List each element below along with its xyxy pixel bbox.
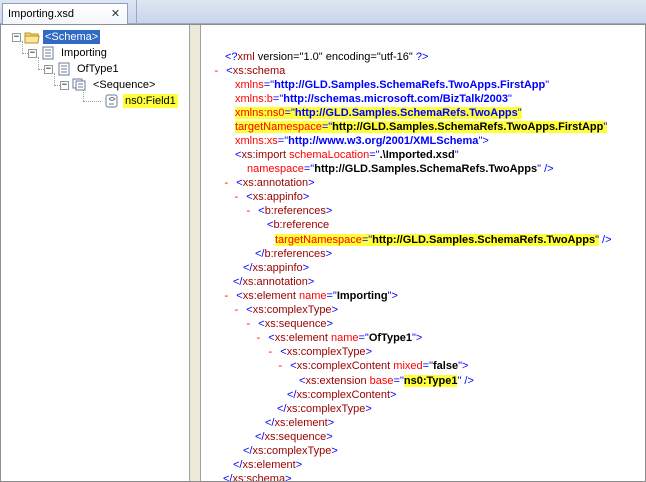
close-icon[interactable]: ✕ [109,7,122,20]
tree-node-label: Importing [61,47,107,59]
xml-line: </xs:element> [233,459,303,471]
xml-line: targetNamespace="http://GLD.Samples.Sche… [235,120,608,134]
xml-line: </xs:element> [265,417,335,429]
collapse-icon: - [223,176,237,189]
collapse-icon: - [233,190,247,203]
element-icon [58,62,70,76]
tree-connector [83,101,101,102]
xml-line[interactable]: - <xs:complexType> [267,345,372,359]
tree-node-label: <Sequence> [93,79,156,91]
collapse-icon[interactable]: − [28,48,37,58]
tree-node-schema[interactable]: − <Schema> [12,29,101,45]
xml-line: xmlns:b="http://schemas.microsoft.com/Bi… [235,93,512,105]
xml-line: xmlns:ns0="http://GLD.Samples.SchemaRefs… [235,106,522,120]
collapse-icon: - [223,289,237,302]
collapse-icon: - [213,64,227,77]
tree-node-oftype1[interactable]: − OfType1 [44,61,121,77]
element-icon [42,46,54,60]
xml-line[interactable]: - <xs:schema [213,64,285,78]
tree-node-sequence[interactable]: − <Sequence> [60,77,157,93]
tree-node-label: OfType1 [77,63,119,75]
document-tabstrip: Importing.xsd ✕ [0,0,646,24]
xml-line: <xs:extension base="ns0:Type1" /> [299,375,474,387]
highlight-mark: ns0:Type1 [403,375,458,387]
xml-view-pane: <?xml version="1.0" encoding="utf-16" ?>… [201,25,645,481]
folder-icon [24,32,40,44]
collapse-icon: - [267,345,281,358]
tab-label: Importing.xsd [8,8,75,20]
collapse-icon[interactable]: − [12,32,21,42]
xml-line: </xs:sequence> [255,431,333,443]
collapse-icon: - [245,204,259,217]
xml-line: </xs:appinfo> [243,262,310,274]
xml-line: xmlns="http://GLD.Samples.SchemaRefs.Two… [235,79,550,91]
xml-line[interactable]: - <xs:element name="Importing"> [223,289,398,303]
xml-line: <xs:import schemaLocation=".\Imported.xs… [235,149,459,161]
xml-line: <b:reference [267,219,330,231]
xml-line: namespace="http://GLD.Samples.SchemaRefs… [247,163,554,175]
xml-line[interactable]: - <xs:complexType> [233,303,338,317]
collapse-icon: - [277,359,291,372]
xml-line[interactable]: - <xs:element name="OfType1"> [255,331,422,345]
collapse-icon[interactable]: − [60,80,69,90]
highlight-mark: xmlns:ns0="http://GLD.Samples.SchemaRefs… [235,107,522,119]
namespace-prefix: ns0: [125,95,146,107]
xml-line: </xs:complexType> [277,403,372,415]
xml-line: targetNamespace="http://GLD.Samples.Sche… [275,234,612,246]
xml-line[interactable]: - <xs:appinfo> [233,190,309,204]
xml-line[interactable]: - <xs:complexContent mixed="false"> [277,359,468,373]
xml-line[interactable]: - <xs:annotation> [223,176,315,190]
pane-splitter[interactable] [189,25,201,481]
field-name: Field1 [145,95,176,107]
collapse-icon[interactable]: − [44,64,53,74]
tab-separator [136,0,137,24]
highlight-mark: targetNamespace="http://GLD.Samples.Sche… [275,234,599,246]
highlight-mark: targetNamespace="http://GLD.Samples.Sche… [235,121,608,133]
field-icon [105,94,118,108]
tree-node-label: <Schema> [43,30,101,44]
xml-line: </xs:complexContent> [287,389,397,401]
xml-line: </xs:complexType> [243,445,338,457]
sequence-icon [72,78,86,91]
xml-line: </b:references> [255,248,333,260]
tree-node-label: ns0:Field1 [123,94,178,108]
tree-node-importing[interactable]: − Importing [28,45,109,61]
collapse-icon: - [255,331,269,344]
tab-importing-xsd[interactable]: Importing.xsd ✕ [2,3,128,24]
xml-line: xmlns:xs="http://www.w3.org/2001/XMLSche… [235,135,489,147]
xml-line: <?xml version="1.0" encoding="utf-16" ?> [225,51,429,63]
xml-line: </xs:annotation> [233,276,315,288]
tree-node-field1[interactable]: ns0:Field1 [104,93,178,109]
schema-tree-pane: − <Schema> − Importing − OfType1 − <Sequ… [1,25,189,481]
collapse-icon: - [233,303,247,316]
xml-line: </xs:schema> [223,473,292,481]
collapse-icon: - [245,317,259,330]
xml-line[interactable]: - <b:references> [245,204,332,218]
xml-line[interactable]: - <xs:sequence> [245,317,333,331]
